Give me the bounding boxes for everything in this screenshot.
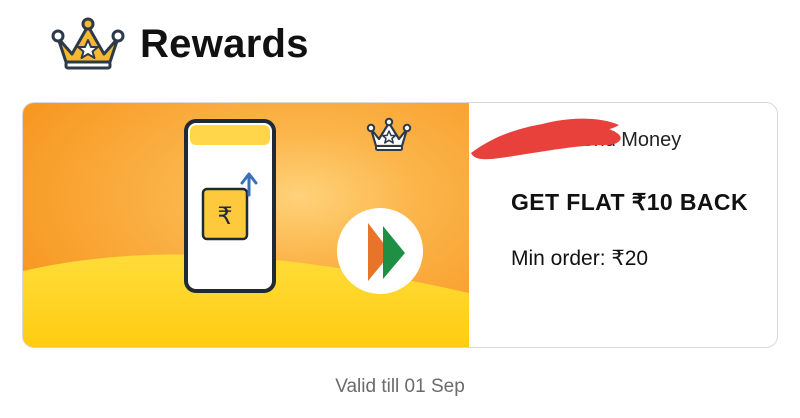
reward-banner: ₹ [23, 103, 469, 347]
crown-icon [51, 17, 125, 70]
bhim-upi-logo-icon [337, 208, 423, 294]
offer-title: GET FLAT ₹10 BACK [511, 189, 748, 215]
min-order-text: Min order: ₹20 [511, 247, 649, 270]
validity-text: Valid till 01 Sep [335, 376, 465, 397]
rewards-header: Rewards [50, 14, 309, 74]
redaction-mark [471, 118, 621, 160]
svg-text:₹: ₹ [217, 202, 232, 230]
reward-card[interactable]: ₹ Send Money GET FLAT ₹10 BACK Min order… [22, 102, 778, 348]
phone-send-money-icon: ₹ [184, 119, 276, 293]
page-title: Rewards [140, 21, 309, 66]
reward-details: Send Money GET FLAT ₹10 BACK Min order: … [469, 103, 777, 347]
